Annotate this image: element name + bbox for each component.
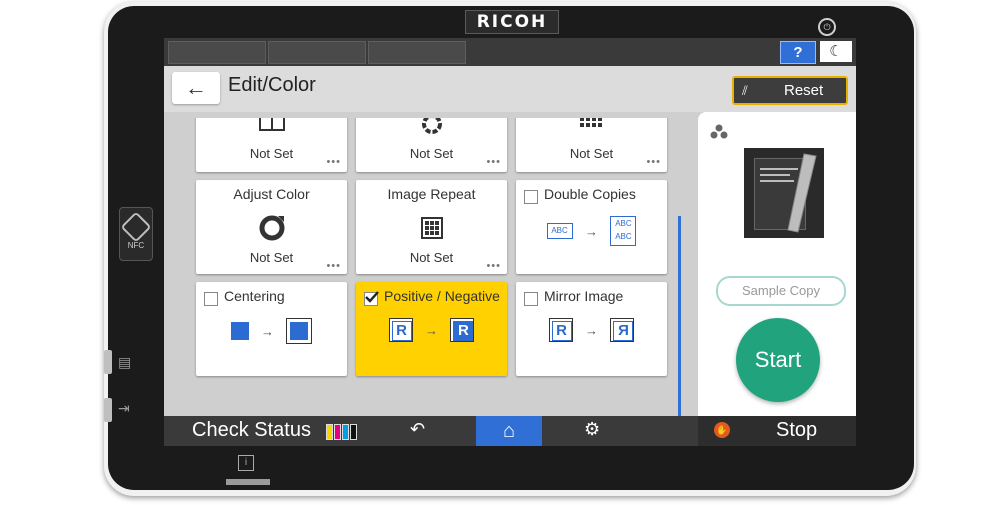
image-repeat-tile[interactable]: Image Repeat Not Set •••: [356, 180, 507, 274]
image-repeat-icon: [356, 216, 507, 245]
stop-label: Stop: [776, 419, 818, 441]
touch-screen: ? ☾ ← Edit/Color ⫽ Reset Not Set ••• Not…: [164, 38, 856, 446]
bottom-strip: [226, 479, 270, 485]
abc-top: ABC: [615, 219, 632, 228]
more-icon: •••: [326, 156, 341, 168]
source-square: [230, 322, 249, 340]
function-tile[interactable]: Not Set •••: [516, 118, 667, 172]
tile-status: Not Set: [569, 146, 614, 161]
tile-title: Double Copies: [544, 186, 636, 202]
more-icon: •••: [486, 156, 501, 168]
abc-sheet: ABC: [546, 223, 573, 239]
reset-icon: ⫽: [742, 83, 748, 98]
function-grid: Not Set ••• Not Set ••• Not Set ••• Adju…: [164, 118, 694, 418]
reset-button[interactable]: ⫽ Reset: [732, 76, 848, 105]
negative-r: R: [450, 318, 475, 342]
tile-status: Not Set: [249, 146, 294, 161]
centering-diagram: →: [196, 318, 347, 344]
sample-copy-button[interactable]: Sample Copy: [716, 276, 846, 306]
status-segment: [368, 41, 466, 64]
login-icon: ⇥: [118, 400, 130, 416]
home-icon: ⌂: [502, 420, 516, 442]
function-tile[interactable]: Not Set •••: [196, 118, 347, 172]
title-bar: ← Edit/Color ⫽ Reset: [164, 66, 856, 112]
positive-negative-checkbox[interactable]: [364, 291, 379, 306]
tile-title: Positive / Negative: [384, 288, 500, 304]
centering-checkbox[interactable]: [204, 292, 218, 306]
more-icon: •••: [326, 260, 341, 272]
bottom-bar: Check Status ↶ ⌂ ⚙ ✋ Stop: [164, 416, 856, 446]
arrow-icon: →: [585, 223, 598, 239]
side-tab: [104, 398, 112, 422]
tile-title: Mirror Image: [544, 288, 624, 304]
more-icon: •••: [486, 260, 501, 272]
back-button[interactable]: ←: [172, 72, 220, 104]
arrow-icon: →: [261, 323, 274, 339]
normal-r: R: [548, 318, 573, 342]
adjust-color-tile[interactable]: Adjust Color Not Set •••: [196, 180, 347, 274]
undo-icon[interactable]: ↶: [410, 419, 425, 440]
scrollbar[interactable]: [678, 216, 681, 418]
check-status-button[interactable]: Check Status: [192, 419, 311, 442]
nfc-label: NFC: [127, 241, 145, 250]
positive-negative-tile[interactable]: Positive / Negative R → R: [356, 282, 507, 376]
arrow-icon: →: [425, 322, 438, 338]
book-icon: [196, 118, 347, 137]
nfc-icon: [120, 211, 152, 243]
positive-negative-diagram: R → R: [356, 318, 507, 342]
back-arrow-icon: ←: [185, 75, 207, 100]
right-panel: Sample Copy Start: [698, 112, 856, 416]
centered-square: [286, 318, 313, 344]
tile-title: Adjust Color: [233, 186, 310, 202]
fax-icon: ▤: [118, 354, 132, 370]
double-copies-diagram: ABC → ABC ABC: [516, 216, 667, 246]
start-button[interactable]: Start: [736, 318, 820, 402]
reset-label: Reset: [784, 82, 824, 99]
tile-title: Image Repeat: [387, 186, 476, 202]
grid-dots-icon: [516, 118, 667, 137]
info-key-icon[interactable]: i: [238, 455, 254, 471]
mirrored-r: Я: [610, 318, 635, 342]
function-tile[interactable]: Not Set •••: [356, 118, 507, 172]
tile-title: Centering: [224, 288, 285, 304]
double-copies-tile[interactable]: Double Copies ABC → ABC ABC: [516, 180, 667, 274]
nfc-reader: NFC: [119, 207, 153, 261]
adjust-color-icon: [196, 214, 347, 247]
tile-status: Not Set: [409, 250, 454, 265]
abc-bottom: ABC: [615, 232, 632, 241]
toner-levels: [326, 424, 358, 445]
status-segment: [168, 41, 266, 64]
tile-status: Not Set: [409, 146, 454, 161]
centering-tile[interactable]: Centering →: [196, 282, 347, 376]
abc-double-sheet: ABC ABC: [610, 216, 637, 246]
page-title: Edit/Color: [228, 74, 316, 96]
home-button[interactable]: ⌂: [476, 416, 542, 446]
brand-logo: RICOH: [465, 10, 559, 34]
moon-icon: ☾: [829, 43, 843, 60]
arrow-icon: →: [585, 322, 598, 338]
double-copies-checkbox[interactable]: [524, 190, 538, 204]
stop-icon: ✋: [714, 422, 730, 438]
mirror-image-diagram: R → Я: [516, 318, 667, 342]
positive-r: R: [388, 318, 413, 342]
gear-icon[interactable]: ⚙: [584, 419, 600, 440]
more-icon: •••: [646, 156, 661, 168]
side-tab: [104, 350, 112, 374]
help-button[interactable]: ?: [780, 41, 816, 64]
toner-icon: [708, 124, 730, 143]
energy-saver-button[interactable]: ☾: [820, 41, 852, 62]
system-bar: ? ☾: [164, 38, 856, 66]
tile-status: Not Set: [249, 250, 294, 265]
frame-icon: [356, 118, 507, 139]
status-segment: [268, 41, 366, 64]
mirror-image-tile[interactable]: Mirror Image R → Я: [516, 282, 667, 376]
mirror-image-checkbox[interactable]: [524, 292, 538, 306]
power-icon[interactable]: ⏻: [818, 18, 836, 36]
stop-button[interactable]: ✋ Stop: [698, 416, 856, 446]
copy-preview: [744, 148, 824, 238]
